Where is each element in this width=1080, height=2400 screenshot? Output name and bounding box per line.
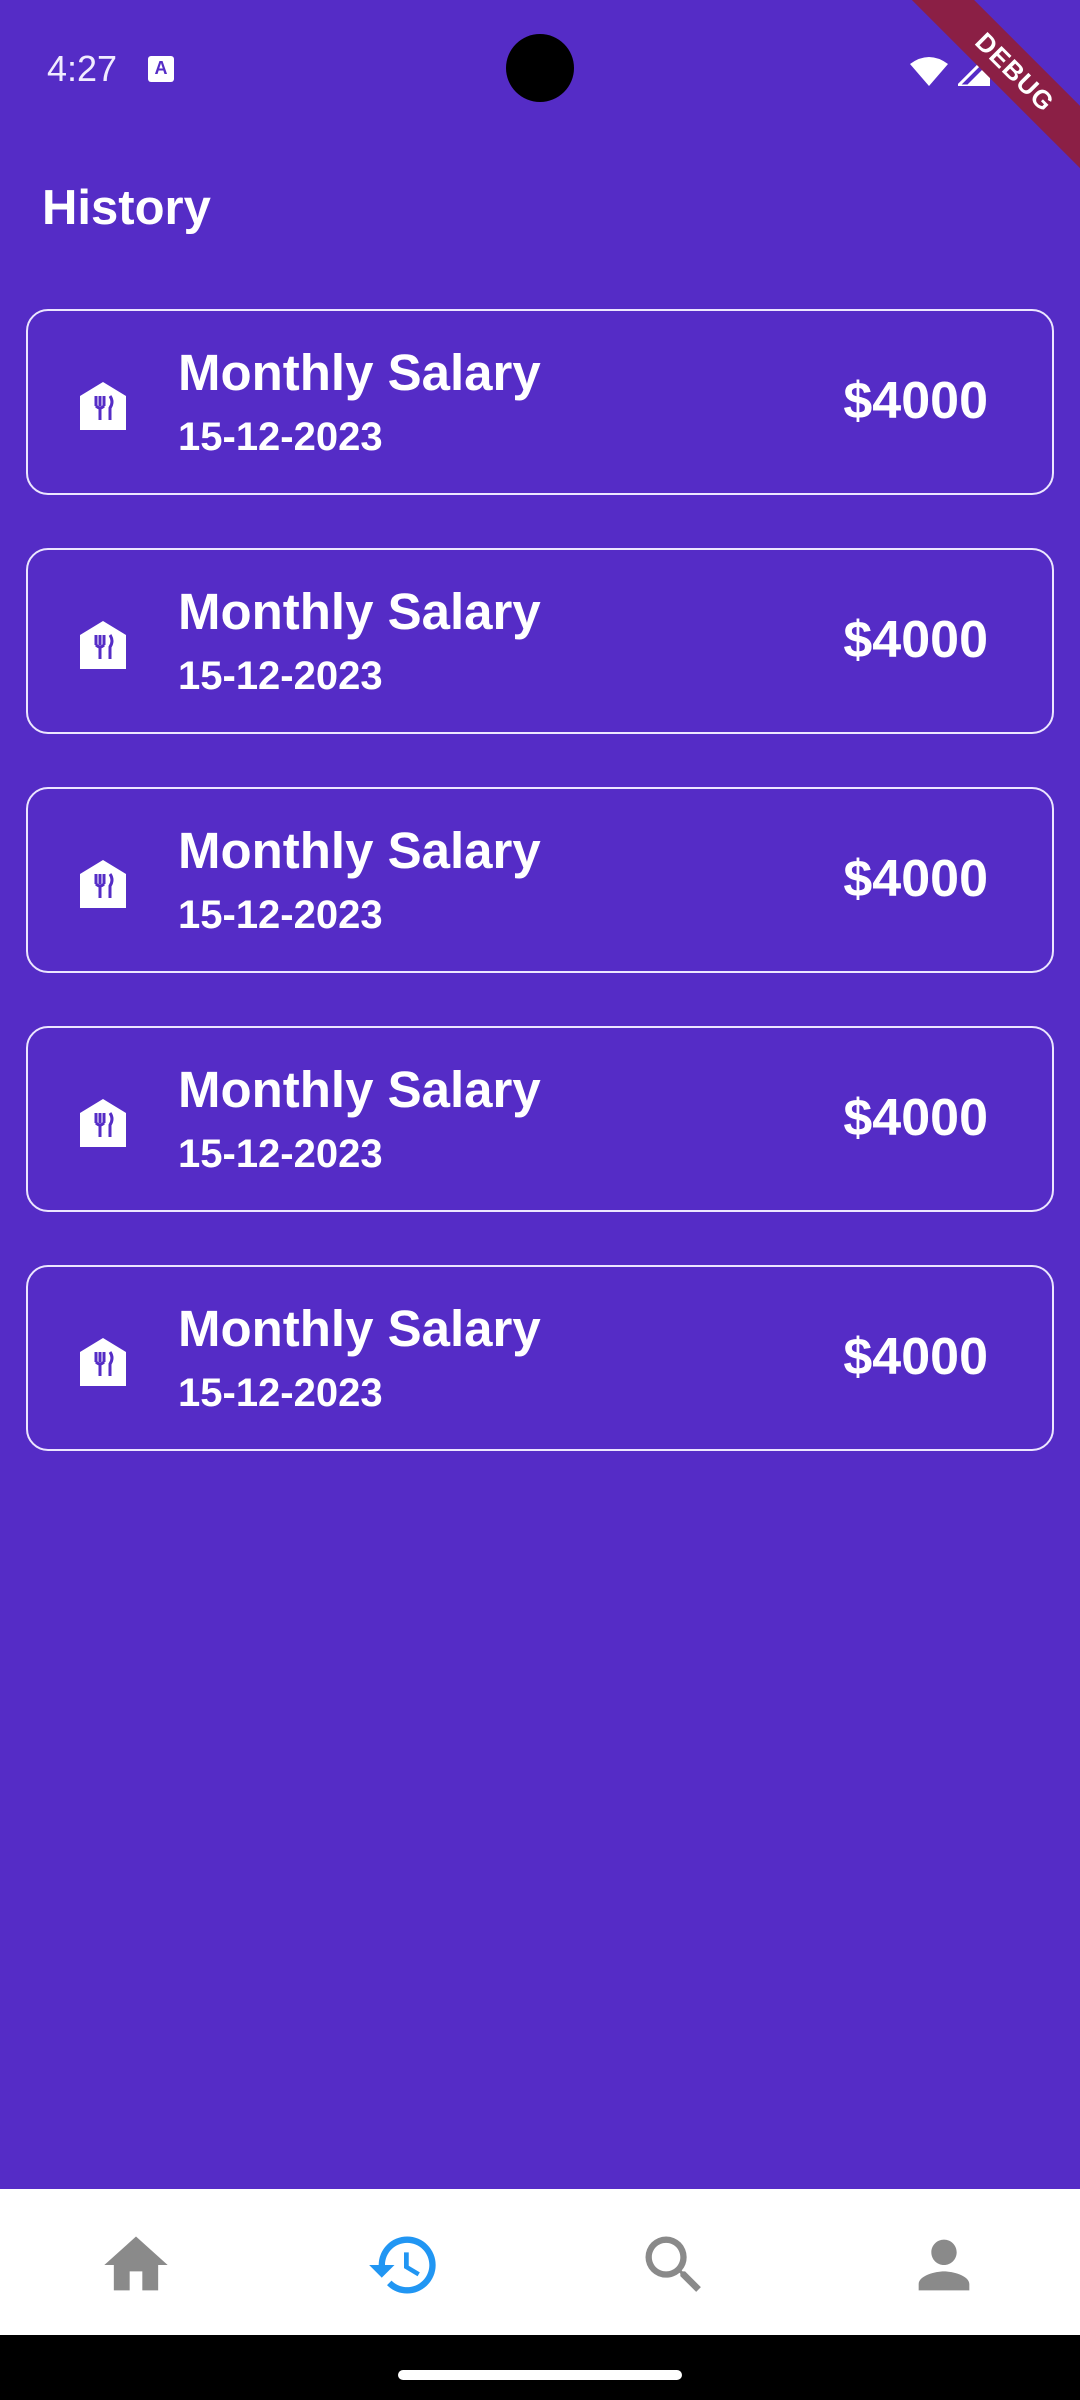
history-card[interactable]: Monthly Salary 15-12-2023 $4000	[26, 309, 1054, 495]
bottom-navigation-bar	[0, 2189, 1080, 2335]
restaurant-tag-icon	[80, 621, 126, 669]
system-navigation-area	[0, 2335, 1080, 2400]
history-card[interactable]: Monthly Salary 15-12-2023 $4000	[26, 787, 1054, 973]
history-card[interactable]: Monthly Salary 15-12-2023 $4000	[26, 1265, 1054, 1451]
person-icon[interactable]	[906, 2227, 982, 2303]
page-title: History	[42, 181, 211, 235]
transaction-date: 15-12-2023	[178, 893, 383, 937]
restaurant-tag-icon	[80, 1099, 126, 1147]
transaction-title: Monthly Salary	[178, 1061, 541, 1118]
transaction-amount: $4000	[843, 611, 988, 669]
transaction-title: Monthly Salary	[178, 1300, 541, 1357]
gesture-handle[interactable]	[398, 2370, 682, 2380]
home-icon[interactable]	[98, 2227, 174, 2303]
history-card[interactable]: Monthly Salary 15-12-2023 $4000	[26, 548, 1054, 734]
restaurant-tag-icon	[80, 1338, 126, 1386]
restaurant-tag-icon	[80, 860, 126, 908]
transaction-amount: $4000	[843, 372, 988, 430]
history-card[interactable]: Monthly Salary 15-12-2023 $4000	[26, 1026, 1054, 1212]
transaction-title: Monthly Salary	[178, 583, 541, 640]
transaction-title: Monthly Salary	[178, 822, 541, 879]
transaction-title: Monthly Salary	[178, 344, 541, 401]
transaction-date: 15-12-2023	[178, 1371, 383, 1415]
accessibility-notification-icon: A	[148, 56, 174, 82]
transaction-date: 15-12-2023	[178, 415, 383, 459]
transaction-date: 15-12-2023	[178, 1132, 383, 1176]
restaurant-tag-icon	[80, 382, 126, 430]
wifi-icon	[910, 57, 948, 86]
status-bar: 4:27 A	[0, 0, 1080, 140]
search-icon[interactable]	[636, 2227, 712, 2303]
status-time: 4:27	[47, 48, 118, 89]
history-list: Monthly Salary 15-12-2023 $4000 Monthly …	[26, 309, 1054, 1504]
transaction-date: 15-12-2023	[178, 654, 383, 698]
transaction-amount: $4000	[843, 1328, 988, 1386]
transaction-amount: $4000	[843, 850, 988, 908]
history-icon[interactable]	[366, 2227, 442, 2303]
front-camera-cutout	[506, 34, 574, 102]
transaction-amount: $4000	[843, 1089, 988, 1147]
